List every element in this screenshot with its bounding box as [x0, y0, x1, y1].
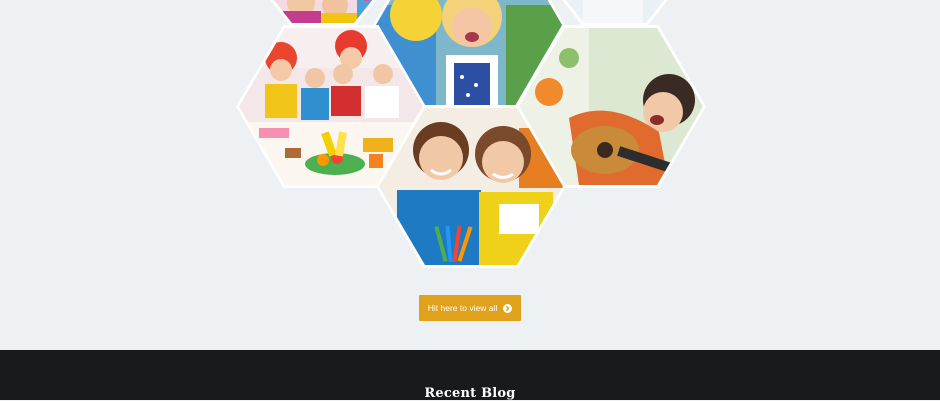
view-all-button[interactable]: Hit here to view all [418, 295, 522, 321]
recent-blog-title: Recent Blog [424, 386, 516, 401]
gallery-photo-image [261, 0, 385, 23]
gallery-photo-image [553, 0, 677, 23]
view-all-container: Hit here to view all [0, 295, 940, 321]
gallery-photo-clown-kids-top[interactable] [258, 0, 388, 26]
chevron-circle-right-icon [503, 303, 513, 313]
gallery-photo-top-right[interactable] [550, 0, 680, 26]
view-all-label: Hit here to view all [427, 303, 498, 313]
recent-blog-section: Recent Blog [0, 350, 940, 401]
